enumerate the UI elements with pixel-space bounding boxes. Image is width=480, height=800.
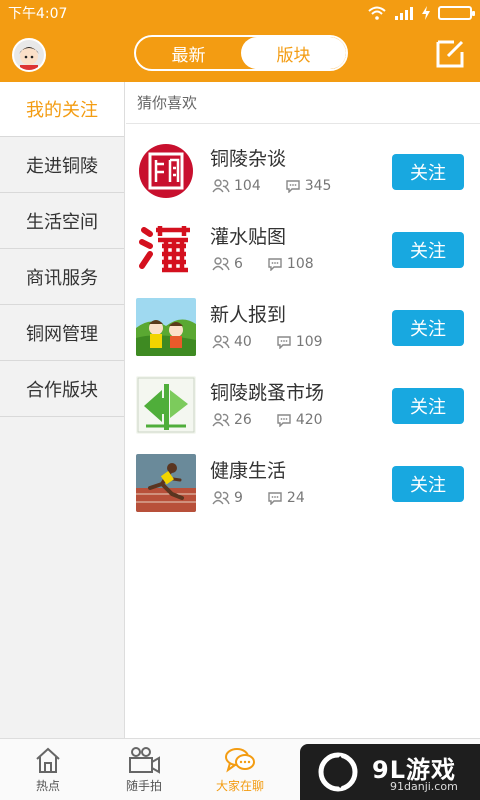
users-icon (212, 335, 230, 349)
board-stats: 26 420 (212, 412, 323, 428)
board-thumbnail (136, 220, 196, 278)
follower-count: 9 (234, 490, 243, 506)
arrow-signs-icon (136, 376, 196, 434)
board-title: 灌水贴图 (210, 226, 287, 248)
board-stats: 104 345 (212, 178, 331, 194)
status-time: 下午4:07 (8, 6, 68, 22)
status-bar: 下午4:07 (0, 0, 480, 26)
home-icon (36, 747, 60, 773)
board-list: 猜你喜欢 铜陵杂谈 104 345 关注 灌水贴图 6 108 关注 新人报到 … (126, 82, 480, 738)
nav-label: 热点 (35, 779, 60, 793)
follow-button[interactable]: 关注 (392, 388, 464, 424)
sidebar-item-admin[interactable]: 铜网管理 (0, 305, 124, 361)
sidebar-item-partners[interactable]: 合作版块 (0, 361, 124, 417)
sidebar-item-tongling[interactable]: 走进铜陵 (0, 137, 124, 193)
follow-button[interactable]: 关注 (392, 466, 464, 502)
post-count: 345 (304, 178, 332, 194)
follower-count: 6 (234, 256, 243, 272)
board-stats: 9 24 (212, 490, 305, 506)
watermark: 9L游戏 91danji.com (300, 744, 480, 800)
signal-icon (395, 7, 413, 20)
tab-latest[interactable]: 最新 (136, 37, 241, 69)
users-icon (212, 491, 230, 505)
compose-icon[interactable] (434, 36, 468, 70)
sidebar-item-business[interactable]: 商讯服务 (0, 249, 124, 305)
comment-icon (277, 336, 291, 349)
tongling-seal-icon (136, 142, 196, 200)
watermark-logo-icon (318, 752, 358, 792)
video-icon (129, 747, 160, 774)
charging-icon (422, 6, 430, 20)
post-count: 420 (295, 412, 323, 428)
comment-icon (268, 492, 282, 505)
chat-icon (225, 748, 255, 773)
nav-label: 大家在聊 (215, 779, 264, 793)
follower-count: 104 (234, 178, 261, 194)
nav-hot[interactable]: 热点 (0, 739, 96, 800)
follow-button[interactable]: 关注 (392, 310, 464, 346)
follow-button[interactable]: 关注 (392, 154, 464, 190)
list-item[interactable]: 新人报到 40 109 关注 (126, 290, 480, 368)
newcomers-cartoon-icon (136, 298, 196, 356)
follower-count: 26 (234, 412, 252, 428)
post-count: 109 (295, 334, 323, 350)
board-thumbnail (136, 376, 196, 434)
guan-character-icon (136, 220, 196, 278)
board-title: 铜陵杂谈 (210, 148, 287, 170)
status-icons (368, 6, 475, 20)
board-thumbnail (136, 454, 196, 512)
users-icon (212, 179, 230, 193)
users-icon (212, 413, 230, 427)
post-count: 108 (286, 256, 314, 272)
board-title: 健康生活 (210, 460, 287, 482)
post-count: 24 (286, 490, 305, 506)
nav-chat[interactable]: 大家在聊 (192, 739, 288, 800)
app-header: 最新 版块 (0, 26, 480, 82)
view-switcher: 最新 版块 (134, 35, 348, 71)
board-title: 铜陵跳蚤市场 (210, 382, 325, 404)
comment-icon (268, 258, 282, 271)
runner-photo-icon (136, 454, 196, 512)
category-sidebar: 我的关注 走进铜陵 生活空间 商讯服务 铜网管理 合作版块 (0, 82, 125, 738)
nav-label: 随手拍 (125, 779, 162, 793)
watermark-url: 91danji.com (390, 780, 458, 793)
users-icon (212, 257, 230, 271)
user-avatar-icon (14, 40, 44, 70)
board-title: 新人报到 (210, 304, 287, 326)
list-item[interactable]: 铜陵跳蚤市场 26 420 关注 (126, 368, 480, 446)
wifi-icon (368, 6, 386, 20)
comment-icon (286, 180, 300, 193)
battery-icon (438, 6, 475, 20)
tab-boards[interactable]: 版块 (241, 37, 346, 69)
nav-snapshot[interactable]: 随手拍 (96, 739, 192, 800)
list-item[interactable]: 健康生活 9 24 关注 (126, 446, 480, 524)
board-stats: 40 109 (212, 334, 323, 350)
board-stats: 6 108 (212, 256, 314, 272)
list-item[interactable]: 灌水贴图 6 108 关注 (126, 212, 480, 290)
board-thumbnail (136, 142, 196, 200)
comment-icon (277, 414, 291, 427)
sidebar-item-my-follows[interactable]: 我的关注 (0, 82, 124, 137)
sidebar-item-life[interactable]: 生活空间 (0, 193, 124, 249)
follow-button[interactable]: 关注 (392, 232, 464, 268)
follower-count: 40 (234, 334, 252, 350)
section-title: 猜你喜欢 (126, 82, 480, 124)
board-thumbnail (136, 298, 196, 356)
avatar[interactable] (12, 38, 46, 72)
list-item[interactable]: 铜陵杂谈 104 345 关注 (126, 134, 480, 212)
